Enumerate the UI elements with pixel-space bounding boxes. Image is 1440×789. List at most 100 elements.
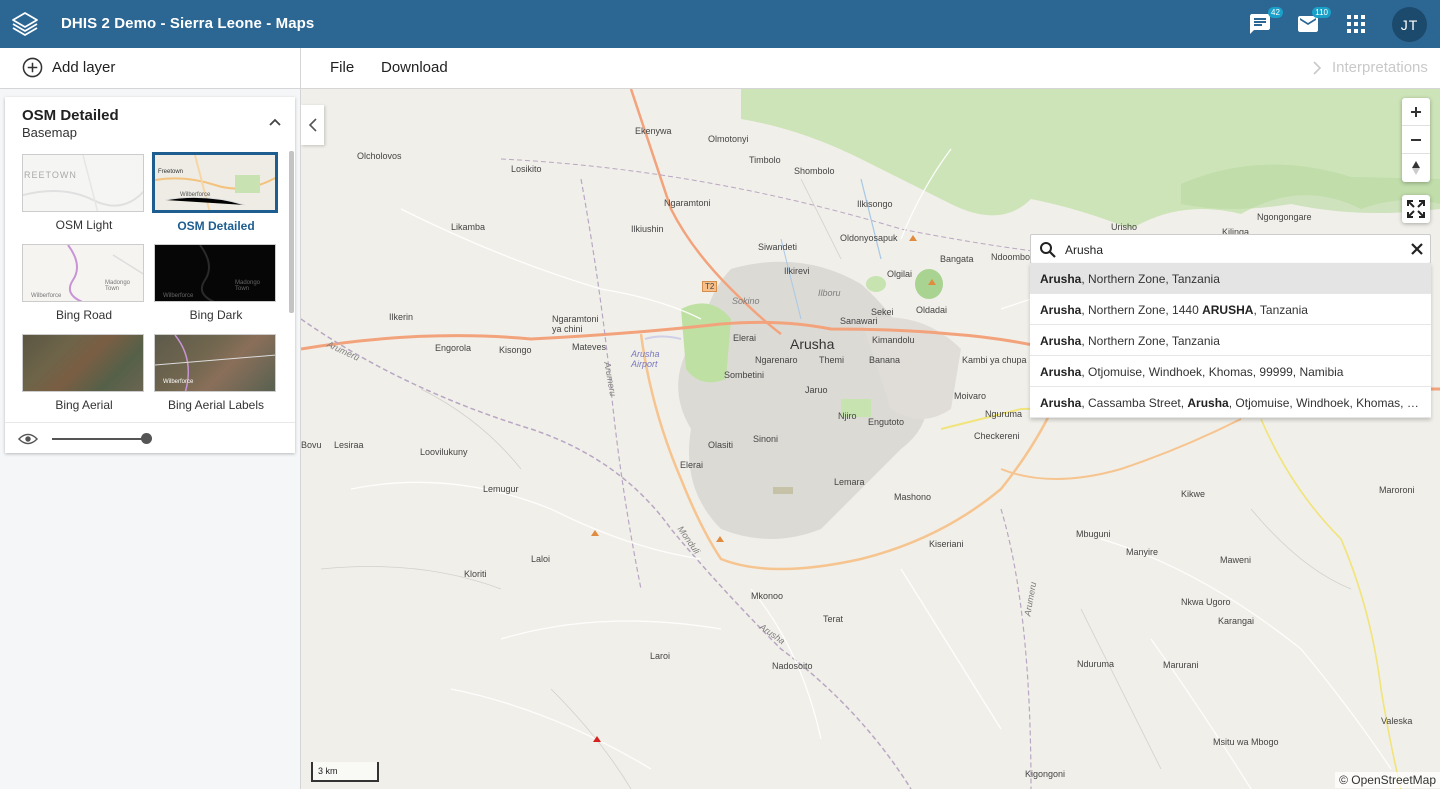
search-result-item[interactable]: Arusha, Otjomuise, Windhoek, Khomas, 999… [1030,356,1431,387]
search-result-item[interactable]: Arusha, Northern Zone, Tanzania [1030,325,1431,356]
close-icon[interactable] [1409,241,1425,257]
map-label: Loovilukuny [420,447,468,457]
map-label: Ilkisongo [857,199,893,209]
map-label: Ekenywa [635,126,672,136]
opacity-slider-track[interactable] [52,438,145,440]
reset-bearing-button[interactable] [1402,154,1430,182]
basemap-bing-aerial[interactable]: Bing Aerial [22,334,146,414]
map-label: Nduruma [1077,659,1115,669]
basemap-osm-detailed[interactable]: Freetown Wilberforce OSM Detailed [152,152,278,234]
map-attribution[interactable]: © OpenStreetMap [1335,772,1440,788]
map-label: Timbolo [749,155,781,165]
map-label: Olgilai [887,269,913,279]
map-label: Lemara [834,477,865,487]
mail-button[interactable]: 110 [1294,7,1331,38]
map-label: Ndoombo [991,252,1031,262]
result-text: , Cassamba Street, [1081,396,1188,410]
map-label: Lemugur [483,484,519,494]
basemap-bing-aerial-labels[interactable]: Wilberforce Bing Aerial Labels [154,334,278,414]
download-menu[interactable]: Download [381,59,448,76]
map-label: Engorola [435,343,472,353]
result-match: Arusha [1040,365,1082,379]
basemap-subtitle: Basemap [22,125,77,140]
basemap-title: OSM Detailed [22,107,119,124]
fullscreen-icon [1407,200,1425,218]
user-avatar[interactable]: JT [1392,7,1427,42]
messages-button[interactable]: 42 [1246,7,1283,38]
map-label: Terat [823,614,844,624]
map-label: Nkwa Ugoro [1181,597,1231,607]
dhis2-logo-icon[interactable] [10,9,40,39]
map-label: Losikito [511,164,542,174]
map-label: Ngaramtoni [664,198,711,208]
map-label: Nadosoito [772,661,813,671]
map-canvas [301,89,1440,789]
map-label: Shombolo [794,166,835,176]
bing-road-thumbnail: Wilberforce Madongo Town [22,244,144,302]
map-label-city: Arusha [790,336,835,352]
result-match: Arusha [1040,272,1082,286]
zoom-out-button[interactable] [1402,126,1430,154]
map-scale: 3 km [311,762,379,782]
result-text: , Otjomuise, Windhoek, Khomas, 99... [1228,396,1431,410]
map-label: Kloriti [464,569,487,579]
map-label: Themi [819,355,845,365]
plus-icon [1411,106,1421,117]
result-text: , Northern Zone, Tanzania [1081,334,1220,348]
add-layer-button[interactable]: Add layer [0,48,301,88]
result-text: , Northern Zone, Tanzania [1081,272,1220,286]
minus-icon [1411,138,1421,141]
result-match: ARUSHA [1202,303,1254,317]
map-label: Bovu [301,440,322,450]
map-label: Kimandolu [872,335,915,345]
map-label: Marurani [1163,660,1199,670]
app-title: DHIS 2 Demo - Sierra Leone - Maps [61,15,315,32]
opacity-slider-handle[interactable] [141,433,152,444]
search-result-item[interactable]: Arusha, Cassamba Street, Arusha, Otjomui… [1030,387,1431,418]
collapse-panel-button[interactable] [301,105,324,145]
fullscreen-button[interactable] [1402,195,1430,223]
map-label: Sanawari [840,316,878,326]
osm-detailed-thumbnail: Freetown Wilberforce [152,152,278,213]
search-result-item[interactable]: Arusha, Northern Zone, Tanzania [1030,263,1431,294]
map-label: Olasiti [708,440,734,450]
map-label: Ngongongare [1257,212,1312,222]
chevron-up-icon[interactable] [267,114,283,130]
basemap-label: OSM Light [55,218,113,232]
map-label: Checkereni [974,431,1020,441]
result-text: , Northern Zone, 1440 [1081,303,1203,317]
map-label: Urisho [1111,222,1138,232]
basemap-scrollbar[interactable] [289,151,294,313]
search-icon [1040,242,1056,258]
interpretations-button[interactable]: Interpretations [1312,59,1428,76]
basemap-osm-light[interactable]: REETOWN OSM Light [22,154,146,234]
map-label: Elerai [680,460,704,470]
basemap-bing-road[interactable]: Wilberforce Madongo Town Bing Road [22,244,146,324]
file-menu[interactable]: File [330,59,354,76]
map-label: Sokino [732,296,760,306]
search-result-item[interactable]: Arusha, Northern Zone, 1440 ARUSHA, Tanz… [1030,294,1431,325]
chevron-left-icon [308,118,317,132]
map-label: Ilboru [818,288,841,298]
map-label: Ilkerin [389,312,414,322]
map-label: Ngarenaro [755,355,798,365]
map-label: Ngaramtoni ya chini [552,314,599,334]
app-header: DHIS 2 Demo - Sierra Leone - Maps 42 110… [0,0,1440,48]
eye-icon[interactable] [18,432,38,446]
zoom-in-button[interactable] [1402,98,1430,126]
place-search-input[interactable] [1065,239,1395,261]
map-label: Ilkiushin [631,224,664,234]
map-view[interactable]: Ekenywa Olmotonyi Olcholovos Timbolo Sho… [301,89,1440,789]
result-text: , Tanzania [1253,303,1308,317]
map-label: Olmotonyi [708,134,749,144]
basemap-label: Bing Road [55,308,113,322]
result-match: Arusha [1187,396,1229,410]
map-label: Kambi ya chupa [962,355,1027,365]
bing-road-thumb-text: Wilberforce [31,293,62,299]
bing-aerial-labels-thumbnail: Wilberforce [154,334,276,392]
basemap-label: Bing Aerial [55,398,113,412]
map-toolbar: Add layer File Download Interpretations [0,48,1440,89]
apps-button[interactable] [1342,10,1370,38]
basemap-opacity-row [5,422,295,453]
basemap-bing-dark[interactable]: Wilberforce Madongo Town Bing Dark [154,244,278,324]
